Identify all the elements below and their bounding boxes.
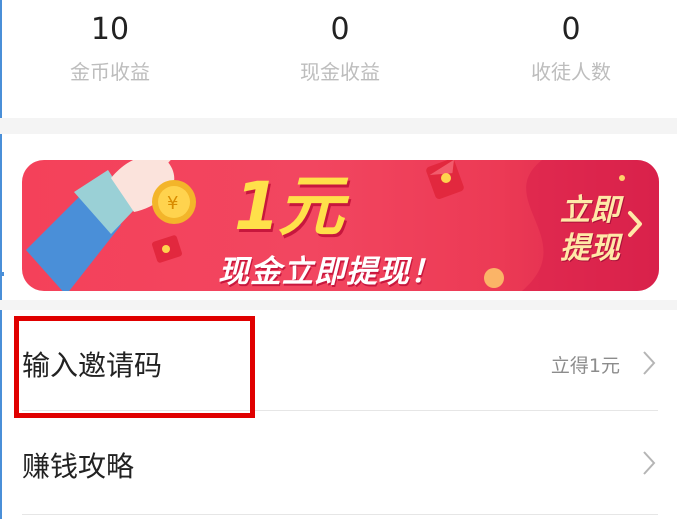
red-envelope-icon bbox=[426, 160, 464, 199]
red-envelope-icon bbox=[152, 235, 182, 263]
section-gap bbox=[0, 118, 677, 134]
svg-text:¥: ¥ bbox=[167, 193, 178, 214]
row-title: 赚钱攻略 bbox=[22, 450, 135, 483]
highlight-annotation-box bbox=[14, 316, 255, 418]
row-hint: 立得1元 bbox=[550, 355, 620, 377]
banner-amount: 1元 bbox=[234, 168, 344, 245]
list-divider bbox=[22, 514, 658, 515]
left-edge-marker bbox=[0, 272, 4, 276]
section-gap bbox=[0, 300, 677, 310]
stat-value: 0 bbox=[330, 12, 350, 47]
stat-label: 收徒人数 bbox=[531, 60, 611, 84]
hand-holding-coin-icon: ¥ bbox=[26, 160, 196, 291]
stat-value: 10 bbox=[90, 12, 130, 47]
banner-tagline: 现金立即提现！ bbox=[218, 254, 442, 290]
chevron-right-icon bbox=[643, 451, 656, 475]
stat-label: 现金收益 bbox=[300, 60, 380, 84]
stat-value: 0 bbox=[561, 12, 581, 47]
stat-apprentice-count[interactable]: 0 收徒人数 bbox=[481, 10, 661, 85]
withdraw-banner[interactable]: ¥ 1元 现金立即提现！ 立即 提现 bbox=[22, 160, 659, 291]
list-item-earning-guide[interactable]: 赚钱攻略 bbox=[22, 412, 658, 512]
stat-label: 金币收益 bbox=[70, 60, 150, 84]
chevron-right-icon[interactable] bbox=[627, 210, 643, 238]
earnings-stats: 10 金币收益 0 现金收益 0 收徒人数 bbox=[0, 0, 677, 118]
stat-cash-earnings[interactable]: 0 现金收益 bbox=[250, 10, 430, 85]
stat-coin-earnings[interactable]: 10 金币收益 bbox=[20, 10, 200, 85]
chevron-right-icon bbox=[643, 351, 656, 375]
